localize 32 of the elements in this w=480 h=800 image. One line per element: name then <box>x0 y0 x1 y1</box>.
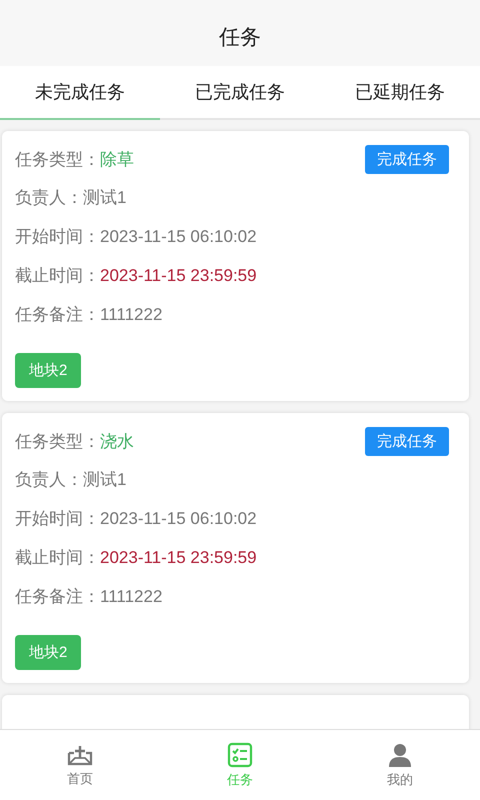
task-type: 除草 <box>100 148 134 170</box>
field-value: 2023-11-15 06:10:02 <box>100 226 257 246</box>
nav-label[interactable]: 我的 <box>387 770 413 788</box>
page-title: 任务 <box>219 25 261 51</box>
field-value: 2023-11-15 06:10:02 <box>100 508 257 528</box>
field-label: 负责人： <box>15 469 83 491</box>
field-label: 任务备注： <box>15 304 100 326</box>
field-label: 任务类型： <box>15 148 100 170</box>
tab[interactable]: 已延期任务 <box>320 66 480 120</box>
complete-task-button[interactable]: 完成任务 <box>365 144 449 174</box>
field-value: 1111222 <box>100 586 162 606</box>
field-value: 2023-11-15 23:59:59 <box>100 266 257 286</box>
field-label: 开始时间： <box>15 226 100 248</box>
field-value: 测试1 <box>83 469 126 491</box>
field-value: 2023-11-15 23:59:59 <box>100 548 257 568</box>
plot-tag[interactable]: 地块2 <box>15 353 82 388</box>
complete-task-button[interactable]: 完成任务 <box>365 426 449 456</box>
field-label: 截止时间： <box>15 547 100 569</box>
task-type: 浇水 <box>100 430 134 452</box>
nav-label[interactable]: 首页 <box>67 770 93 788</box>
tab[interactable]: 未完成任务 <box>0 66 160 120</box>
field-label: 任务类型： <box>15 430 100 452</box>
field-label: 开始时间： <box>15 508 100 530</box>
checklist-icon[interactable] <box>227 742 253 768</box>
field-label: 截止时间： <box>15 265 100 287</box>
tab[interactable]: 已完成任务 <box>160 66 320 120</box>
field-value: 1111222 <box>100 304 162 324</box>
field-label: 负责人： <box>15 187 83 209</box>
field-label: 任务备注： <box>15 586 100 608</box>
plot-tag[interactable]: 地块2 <box>15 635 82 670</box>
field-value: 测试1 <box>83 187 126 209</box>
person-icon[interactable] <box>387 742 413 768</box>
